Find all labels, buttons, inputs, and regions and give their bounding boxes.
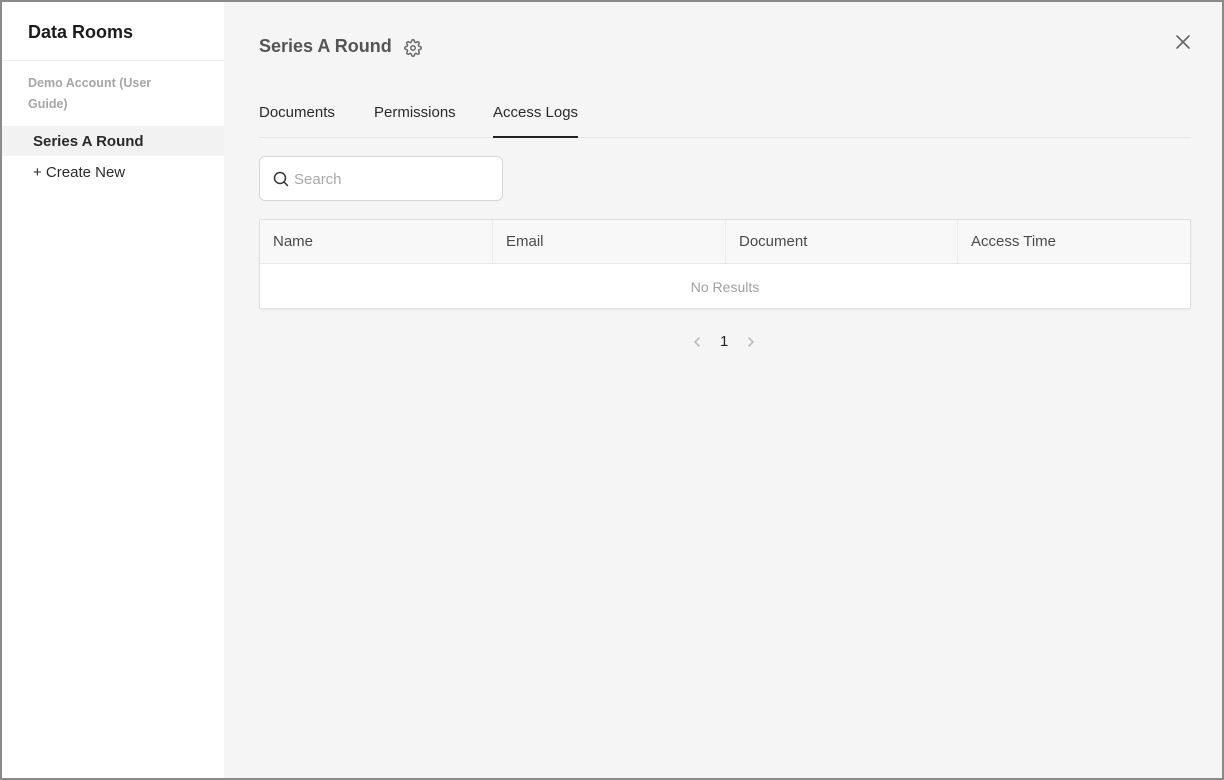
account-label: Demo Account (User Guide) xyxy=(28,76,152,111)
column-header-name: Name xyxy=(273,233,314,250)
column-header-email: Email xyxy=(492,220,725,264)
search-icon xyxy=(273,171,289,187)
pagination: 1 xyxy=(684,330,754,354)
sidebar-title: Data Rooms xyxy=(28,22,134,42)
close-icon[interactable] xyxy=(1174,33,1192,51)
empty-state-text: No Results xyxy=(690,279,760,295)
sidebar-divider xyxy=(2,60,224,61)
create-new-room-link[interactable]: + Create New xyxy=(33,164,125,181)
sidebar-item-label: Series A Round xyxy=(33,133,144,150)
column-header-access-time: Access Time xyxy=(957,220,1190,264)
main-panel: Series A Round Documents Permissions Acc… xyxy=(224,2,1222,778)
table-header: Name Email Document Access Time xyxy=(260,220,1190,264)
gear-icon[interactable] xyxy=(404,39,422,57)
chevron-left-icon[interactable] xyxy=(690,335,704,349)
search-box xyxy=(259,156,503,201)
data-rooms-modal: Data Rooms Demo Account (User Guide) Ser… xyxy=(0,0,1224,780)
tab-bar: Documents Permissions Access Logs xyxy=(259,94,1191,138)
tab-access-logs[interactable]: Access Logs xyxy=(493,104,579,138)
column-header-document: Document xyxy=(725,220,957,264)
search-input[interactable] xyxy=(294,165,494,193)
sidebar: Data Rooms Demo Account (User Guide) Ser… xyxy=(2,2,224,778)
chevron-right-icon[interactable] xyxy=(744,335,758,349)
tab-documents[interactable]: Documents xyxy=(259,104,335,138)
page-number[interactable]: 1 xyxy=(720,333,728,350)
sidebar-item-series-a-round[interactable]: Series A Round xyxy=(2,126,224,156)
page-title: Series A Round xyxy=(259,36,392,56)
tab-permissions[interactable]: Permissions xyxy=(374,104,456,138)
access-logs-table: Name Email Document Access Time No Resul… xyxy=(259,219,1191,309)
